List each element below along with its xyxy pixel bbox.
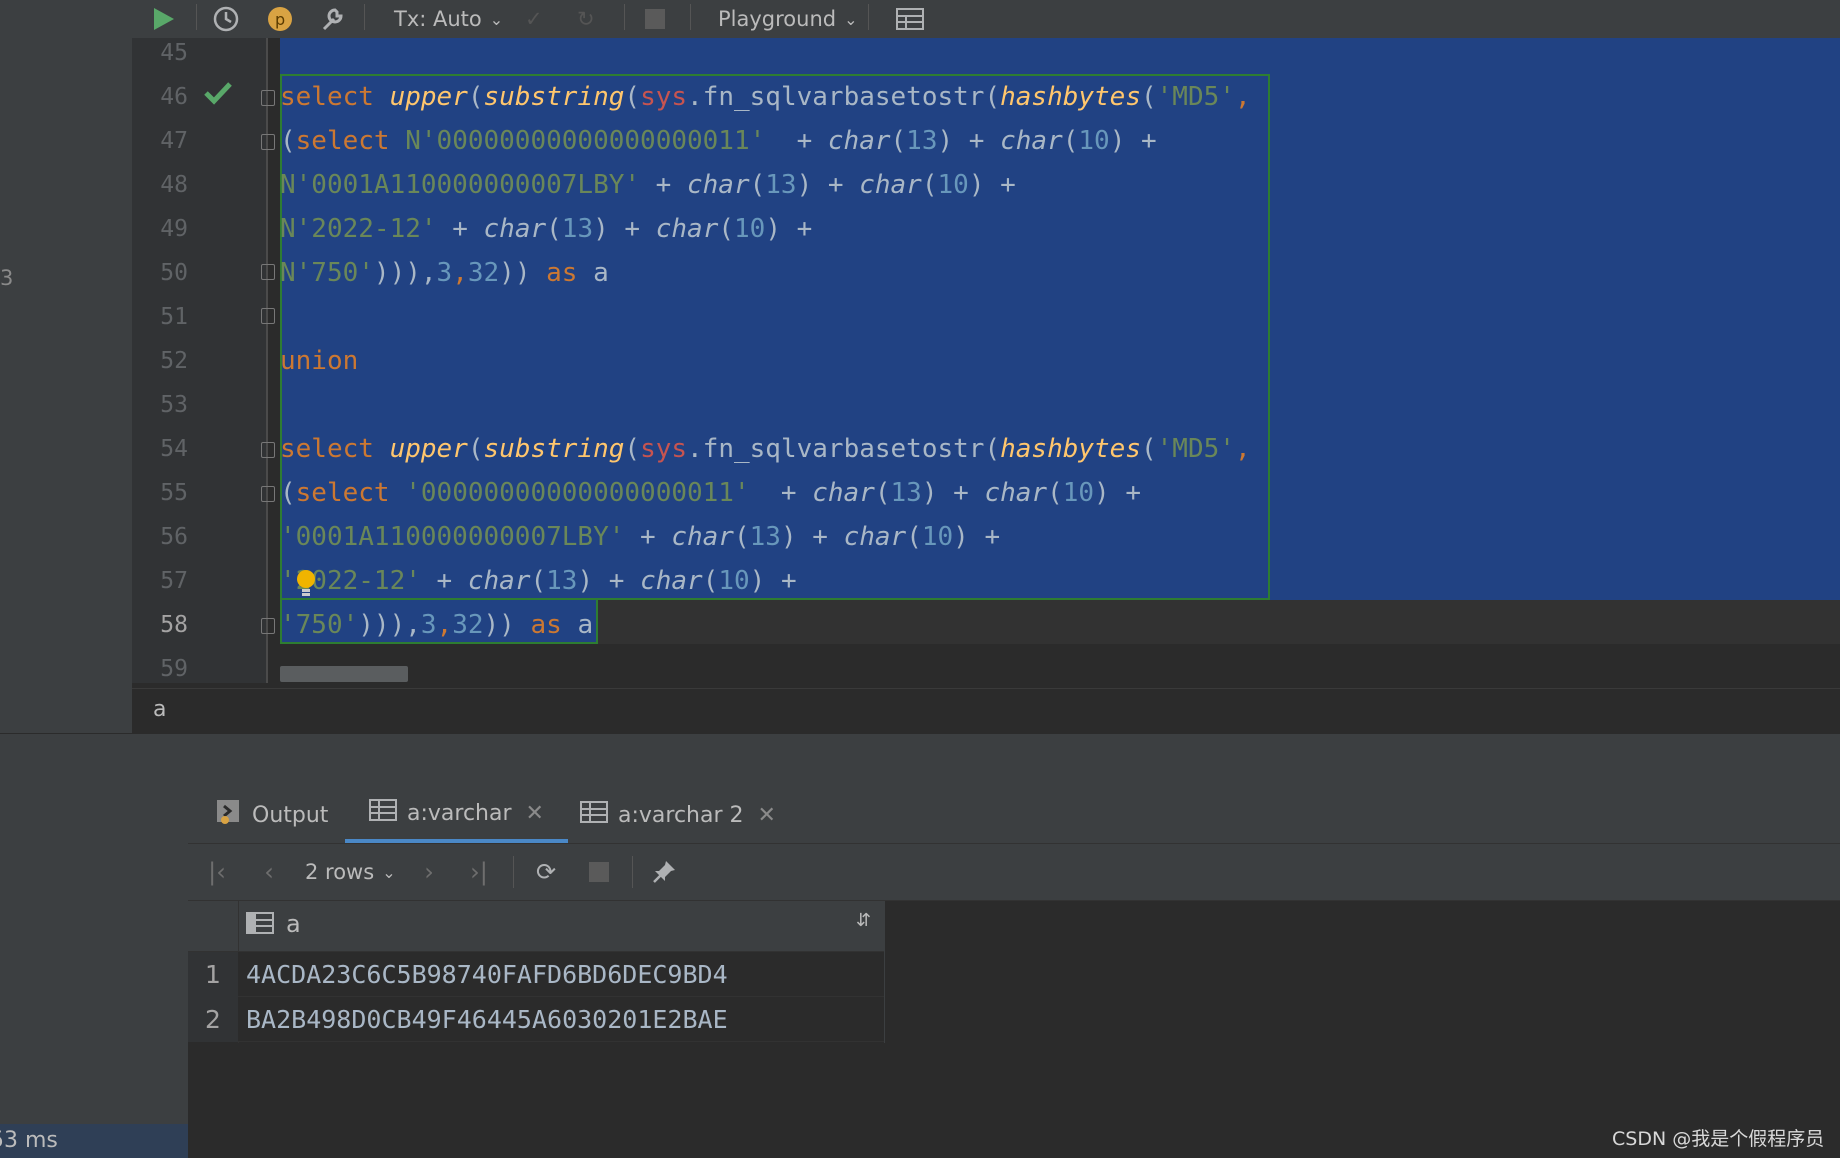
- line-number: 53: [160, 392, 188, 418]
- panel-splitter[interactable]: [0, 733, 1840, 788]
- code-line-49: N'2022-12' + char(13) + char(10) +: [280, 214, 813, 244]
- line-number: 48: [160, 172, 188, 198]
- column-header-a[interactable]: a: [286, 910, 301, 938]
- stop-icon[interactable]: [585, 844, 613, 900]
- settings-wrench-icon[interactable]: [318, 0, 348, 38]
- fold-marker-icon[interactable]: [261, 442, 275, 458]
- fold-marker-icon[interactable]: [261, 264, 275, 280]
- fold-marker-icon[interactable]: [261, 134, 275, 150]
- fold-marker-icon[interactable]: [261, 90, 275, 106]
- fold-marker-icon[interactable]: [261, 618, 275, 634]
- execution-time-label: 53 ms: [0, 1128, 58, 1153]
- code-line-55: (select '00000000000000000011' + char(13…: [280, 478, 1142, 508]
- intention-bulb-icon[interactable]: [294, 568, 318, 602]
- sort-icon[interactable]: ⇵: [856, 910, 871, 931]
- commit-icon[interactable]: ✓: [525, 0, 555, 38]
- checkmark-icon: [203, 80, 233, 110]
- chevron-down-icon: ⌄: [844, 9, 858, 29]
- breadcrumb: a: [132, 688, 1840, 734]
- transaction-mode-dropdown[interactable]: Tx: Auto ⌄: [394, 0, 503, 38]
- code-line-46: select upper(substring(sys.fn_sqlvarbase…: [280, 82, 1251, 112]
- line-number: 47: [160, 128, 188, 154]
- line-number: 51: [160, 304, 188, 330]
- line-number: 46: [160, 84, 188, 110]
- line-number: 54: [160, 436, 188, 462]
- line-number: 49: [160, 216, 188, 242]
- code-line-56: '0001A110000000007LBY' + char(13) + char…: [280, 522, 1001, 552]
- services-tree-panel: [0, 787, 189, 1158]
- close-icon[interactable]: ✕: [526, 801, 544, 826]
- chevron-down-icon: ⌄: [382, 862, 396, 882]
- svg-text:p: p: [275, 10, 285, 29]
- tab-a-varchar-2[interactable]: a:varchar 2 ✕: [580, 787, 776, 843]
- fold-marker-icon[interactable]: [261, 308, 275, 324]
- left-panel-fragment: 3: [0, 266, 14, 290]
- tx-mode-label: Tx: Auto: [394, 7, 482, 31]
- execution-time-status: 53 ms: [0, 1124, 188, 1158]
- breadcrumb-item[interactable]: a: [153, 697, 166, 722]
- line-number: 50: [160, 260, 188, 286]
- first-page-icon[interactable]: |‹: [202, 844, 232, 900]
- history-icon[interactable]: [212, 0, 244, 38]
- code-line-48: N'0001A110000000007LBY' + char(13) + cha…: [280, 170, 1016, 200]
- tab-label: a:varchar 2: [618, 802, 744, 828]
- table-icon: [580, 801, 608, 829]
- row-count-label: 2 rows: [305, 860, 375, 884]
- output-icon: [216, 799, 240, 831]
- column-icon: [246, 912, 274, 938]
- schema-label: Playground: [718, 7, 837, 31]
- line-number: 59: [160, 656, 188, 682]
- pin-icon[interactable]: [648, 844, 680, 900]
- tab-a-varchar[interactable]: a:varchar ✕: [345, 787, 568, 843]
- refresh-icon[interactable]: ⟳: [530, 844, 562, 900]
- left-panel: 3: [0, 38, 132, 733]
- table-view-icon[interactable]: [896, 0, 926, 38]
- line-number: 52: [160, 348, 188, 374]
- line-number: 45: [160, 40, 188, 66]
- table-cell[interactable]: BA2B498D0CB49F46445A6030201E2BAE: [246, 1005, 728, 1034]
- table-cell[interactable]: 4ACDA23C6C5B98740FAFD6BD6DEC9BD4: [246, 960, 728, 989]
- chevron-down-icon: ⌄: [489, 9, 504, 29]
- previous-page-icon[interactable]: ‹: [254, 844, 284, 900]
- line-number-current: 58: [160, 612, 188, 638]
- horizontal-scrollbar[interactable]: [280, 666, 408, 682]
- run-icon[interactable]: [150, 0, 180, 38]
- row-count-dropdown[interactable]: 2 rows ⌄: [305, 844, 396, 900]
- line-number: 55: [160, 480, 188, 506]
- code-line-50: N'750'))),3,32)) as a: [280, 258, 609, 288]
- toolbar: p Tx: Auto ⌄ ✓ ↻ Playground ⌄: [0, 0, 1840, 39]
- row-number: 1: [205, 960, 221, 989]
- code-line-54: select upper(substring(sys.fn_sqlvarbase…: [280, 434, 1251, 464]
- code-line-47: (select N'00000000000000000011' + char(1…: [280, 126, 1157, 156]
- tab-label: a:varchar: [407, 800, 512, 826]
- last-page-icon[interactable]: ›|: [464, 844, 494, 900]
- close-icon[interactable]: ✕: [758, 803, 776, 828]
- stop-icon[interactable]: [645, 0, 671, 38]
- code-line-52: union: [280, 346, 359, 376]
- results-tabbar: Output a:varchar ✕ a:varchar 2 ✕: [188, 787, 1840, 844]
- code-line-57: '2022-12' + char(13) + char(10) +: [280, 566, 797, 596]
- schema-dropdown[interactable]: Playground ⌄: [718, 0, 858, 38]
- line-number: 56: [160, 524, 188, 550]
- tab-label: Output: [252, 802, 329, 828]
- explain-plan-icon[interactable]: p: [266, 0, 296, 38]
- watermark: CSDN @我是个假程序员: [1612, 1128, 1825, 1150]
- fold-marker-icon[interactable]: [261, 486, 275, 502]
- next-page-icon[interactable]: ›: [414, 844, 444, 900]
- code-line-58: '750'))),3,32)) as a: [280, 610, 594, 640]
- row-number: 2: [205, 1005, 221, 1034]
- line-number: 57: [160, 568, 188, 594]
- rollback-icon[interactable]: ↻: [577, 0, 607, 38]
- table-icon: [369, 799, 397, 827]
- tab-output[interactable]: Output: [216, 787, 328, 843]
